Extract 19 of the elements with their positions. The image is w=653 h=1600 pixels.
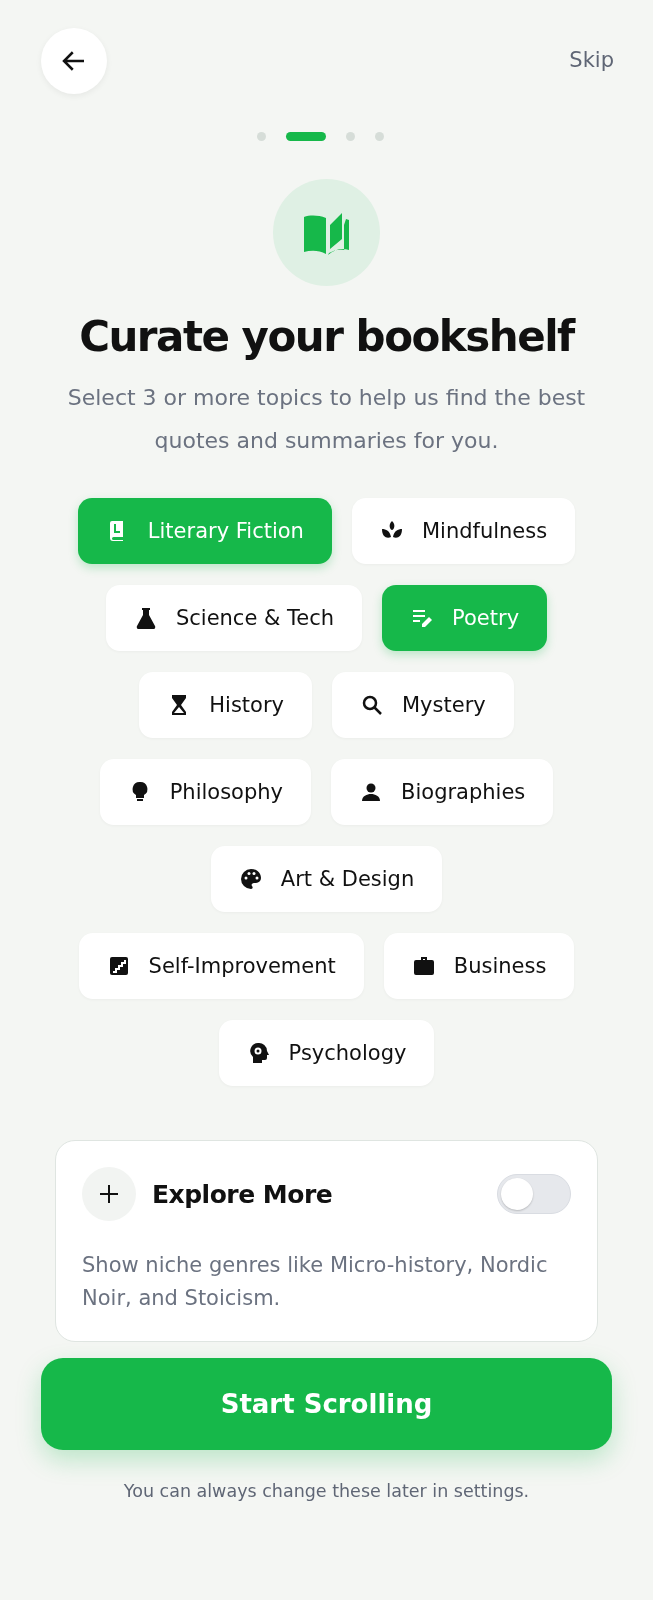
- skip-link[interactable]: Skip: [569, 45, 614, 77]
- explore-title: Explore More: [152, 1178, 333, 1211]
- toggle-switch[interactable]: [497, 1174, 571, 1215]
- topic-chip[interactable]: Art & Design: [210, 846, 443, 913]
- topic-chip[interactable]: Biographies: [331, 759, 554, 826]
- plus-icon: [98, 1183, 120, 1206]
- topic-chip[interactable]: Mindfulness: [351, 498, 576, 565]
- palette-icon: [238, 867, 263, 892]
- topic-chip[interactable]: Business: [383, 933, 575, 1000]
- topic-chip[interactable]: Self-Improvement: [78, 933, 364, 1000]
- subtitle: Select 3 or more topics to help us find the best quotes and summaries for you.: [66, 384, 587, 456]
- topic-chip[interactable]: History: [139, 672, 312, 739]
- topic-chip[interactable]: Psychology: [218, 1020, 435, 1087]
- topic-chip[interactable]: Mystery: [332, 672, 514, 739]
- footer-note: You can always change these later in settings.: [122, 1480, 531, 1504]
- topic-chip[interactable]: Philosophy: [99, 759, 312, 826]
- topic-chip[interactable]: Science & Tech: [105, 585, 363, 652]
- page-title: Curate your bookshelf: [78, 312, 577, 363]
- explore-description: Show niche genres like Micro-history, Nordic Noir, and Stoicism.: [82, 1252, 549, 1313]
